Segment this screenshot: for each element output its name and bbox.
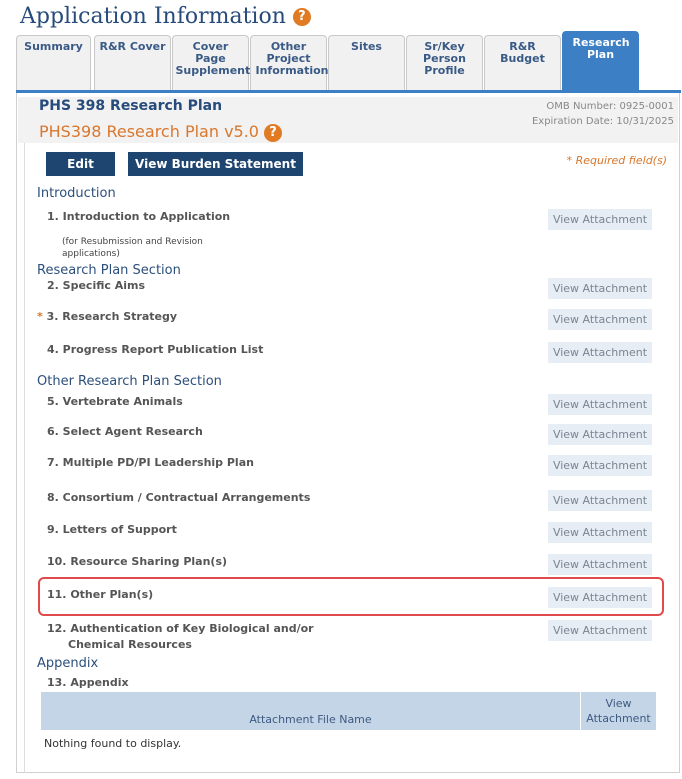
view-attachment-button[interactable]: View Attachment bbox=[548, 424, 652, 445]
tab-other-project-information[interactable]: Other Project Information bbox=[250, 35, 329, 90]
view-attachment-button[interactable]: View Attachment bbox=[548, 209, 652, 230]
view-attachment-button[interactable]: View Attachment bbox=[548, 309, 652, 330]
section-introduction: Introduction bbox=[37, 186, 116, 201]
view-attachment-button[interactable]: View Attachment bbox=[548, 620, 652, 641]
tab-sites[interactable]: Sites bbox=[328, 35, 405, 90]
item-introduction-to-application: 1. Introduction to Application bbox=[47, 210, 231, 223]
view-burden-statement-button[interactable]: View Burden Statement bbox=[128, 152, 303, 176]
item-vertebrate-animals: 5. Vertebrate Animals bbox=[47, 395, 183, 408]
edit-button[interactable]: Edit bbox=[46, 152, 115, 176]
item-letters-of-support: 9. Letters of Support bbox=[47, 523, 177, 536]
item-consortium-contractual-arrangements: 8. Consortium / Contractual Arrangements bbox=[47, 491, 311, 504]
section-other-research-plan: Other Research Plan Section bbox=[37, 374, 222, 389]
item-resource-sharing-plans: 10. Resource Sharing Plan(s) bbox=[47, 555, 228, 568]
table-empty-message: Nothing found to display. bbox=[44, 737, 182, 750]
view-attachment-button[interactable]: View Attachment bbox=[548, 278, 652, 299]
section-appendix: Appendix bbox=[37, 656, 99, 671]
help-icon[interactable]: ? bbox=[292, 8, 311, 26]
required-marker: * bbox=[37, 310, 43, 323]
table-header-attachment-file-name: Attachment File Name bbox=[41, 692, 580, 730]
item-select-agent-research: 6. Select Agent Research bbox=[47, 425, 203, 438]
table-header-view-attachment: View Attachment bbox=[581, 692, 656, 730]
view-attachment-button[interactable]: View Attachment bbox=[548, 554, 652, 575]
view-attachment-button[interactable]: View Attachment bbox=[548, 455, 652, 476]
tab-rr-budget[interactable]: R&R Budget bbox=[484, 35, 561, 90]
tab-sr-key-person-profile[interactable]: Sr/Key Person Profile bbox=[406, 35, 483, 90]
help-icon[interactable]: ? bbox=[264, 123, 283, 142]
view-attachment-button[interactable]: View Attachment bbox=[548, 342, 652, 363]
plan-title: PHS 398 Research Plan bbox=[39, 98, 223, 114]
tab-rr-cover[interactable]: R&R Cover bbox=[94, 35, 171, 90]
tab-research-plan[interactable]: Research Plan bbox=[562, 31, 639, 90]
item-progress-report-publication-list: 4. Progress Report Publication List bbox=[47, 343, 264, 356]
section-research-plan: Research Plan Section bbox=[37, 263, 181, 278]
view-attachment-button[interactable]: View Attachment bbox=[548, 490, 652, 511]
item-specific-aims: 2. Specific Aims bbox=[47, 279, 146, 292]
tab-cover-page-supplement[interactable]: Cover Page Supplement bbox=[172, 35, 250, 90]
page-title: Application Information ? bbox=[20, 4, 311, 29]
omb-info: OMB Number: 0925-0001 Expiration Date: 1… bbox=[531, 101, 674, 127]
item-1-note: (for Resubmission and Revision applicati… bbox=[62, 237, 203, 259]
item-authentication-of-key-resources: 12. Authentication of Key Biological and… bbox=[47, 622, 314, 651]
item-multiple-pd-pi-leadership-plan: 7. Multiple PD/PI Leadership Plan bbox=[47, 456, 254, 469]
required-fields-note: * Required field(s) bbox=[566, 154, 667, 167]
view-attachment-button[interactable]: View Attachment bbox=[548, 394, 652, 415]
item-research-strategy: * 3. Research Strategy bbox=[37, 310, 178, 323]
item-appendix: 13. Appendix bbox=[47, 676, 129, 689]
view-attachment-button[interactable]: View Attachment bbox=[548, 522, 652, 543]
plan-subtitle: PHS398 Research Plan v5.0 ? bbox=[39, 122, 283, 142]
highlight-box bbox=[38, 577, 664, 616]
tab-summary[interactable]: Summary bbox=[16, 35, 91, 90]
